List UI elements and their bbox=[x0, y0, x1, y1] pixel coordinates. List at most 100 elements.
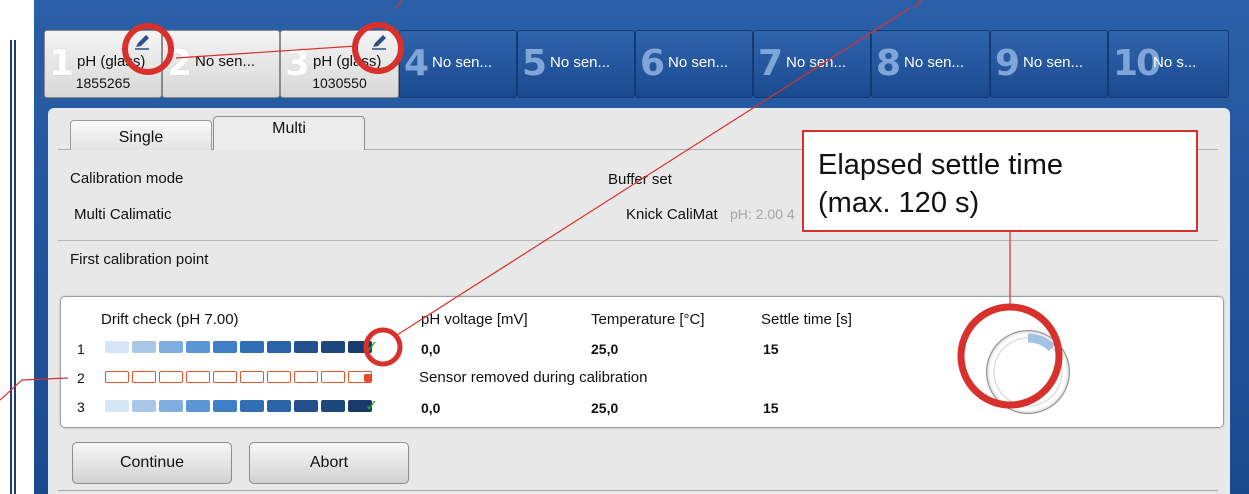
check-icon: ✓ bbox=[365, 339, 379, 356]
sensor-number: 6 bbox=[640, 43, 665, 84]
sensor-tab-9[interactable]: 9 No sen... bbox=[990, 30, 1108, 98]
drift-bar-segment bbox=[240, 371, 264, 383]
section-divider bbox=[58, 240, 1218, 241]
sensor-name: No sen... bbox=[432, 54, 493, 71]
drift-bar-segment bbox=[159, 371, 183, 383]
ph-voltage-value: 0,0 bbox=[421, 400, 441, 416]
drift-bars bbox=[105, 341, 372, 353]
sensor-tab-5[interactable]: 5 No sen... bbox=[517, 30, 635, 98]
drift-bar-segment bbox=[132, 371, 156, 383]
drift-bar-segment bbox=[186, 341, 210, 353]
sensor-name: pH (glass) bbox=[77, 53, 146, 70]
elapsed-time-callout: Elapsed settle time (max. 120 s) bbox=[802, 130, 1198, 232]
sensor-name: No sen... bbox=[786, 54, 847, 71]
drift-bar-segment bbox=[294, 341, 318, 353]
temperature-value: 25,0 bbox=[591, 341, 619, 357]
sensor-name: No sen... bbox=[195, 53, 256, 70]
sensor-number: 7 bbox=[758, 43, 783, 84]
sensor-tab-7[interactable]: 7 No sen... bbox=[753, 30, 871, 98]
drift-bar-segment bbox=[321, 400, 345, 412]
check-icon: ✓ bbox=[365, 398, 379, 415]
sensor-number: 9 bbox=[995, 43, 1020, 84]
error-indicator-icon bbox=[364, 374, 372, 382]
drift-bar-segment bbox=[213, 400, 237, 412]
drift-bar-segment bbox=[294, 400, 318, 412]
abort-button-label: Abort bbox=[309, 454, 349, 471]
buffer-ph-values: pH: 2.00 4 bbox=[730, 206, 795, 222]
sensor-name: pH (glass) bbox=[313, 53, 382, 70]
elapsed-arc bbox=[1027, 333, 1056, 352]
sensor-name: No sen... bbox=[904, 54, 965, 71]
row-number: 3 bbox=[77, 399, 85, 415]
edit-icon[interactable] bbox=[370, 33, 388, 51]
row-number: 1 bbox=[77, 341, 85, 357]
edit-icon[interactable] bbox=[133, 33, 151, 51]
sensor-serial: 1855265 bbox=[75, 75, 131, 91]
calibration-mode-label: Calibration mode bbox=[70, 170, 184, 187]
drift-bar-segment bbox=[105, 400, 129, 412]
drift-bar-segment bbox=[159, 341, 183, 353]
sensor-number: 4 bbox=[404, 43, 429, 84]
settle-time-header: Settle time [s] bbox=[761, 311, 852, 328]
settle-time-value: 15 bbox=[763, 400, 779, 416]
drift-bar-segment bbox=[213, 371, 237, 383]
sensor-number: 5 bbox=[522, 43, 547, 84]
drift-check-box: Drift check (pH 7.00) pH voltage [mV] Te… bbox=[60, 296, 1224, 428]
callout-line1: Elapsed settle time bbox=[818, 149, 1064, 181]
sensor-name: No sen... bbox=[1023, 54, 1084, 71]
sensor-name: No s... bbox=[1153, 54, 1197, 71]
drift-bar-segment bbox=[240, 400, 264, 412]
calibration-mode-value: Multi Calimatic bbox=[74, 206, 172, 223]
continue-button-label: Continue bbox=[119, 454, 185, 471]
sensor-number: 2 bbox=[167, 43, 192, 84]
settle-time-gauge bbox=[987, 331, 1069, 413]
sensor-tab-2[interactable]: 2 No sen... bbox=[162, 30, 280, 98]
sensor-name: No sen... bbox=[668, 54, 729, 71]
sensor-serial: 1030550 bbox=[312, 75, 367, 91]
sensor-tab-1[interactable]: 1 pH (glass) 1855265 bbox=[44, 30, 162, 98]
drift-bars bbox=[105, 371, 372, 383]
drift-bar-segment bbox=[186, 371, 210, 383]
sensor-tab-6[interactable]: 6 No sen... bbox=[635, 30, 753, 98]
sensor-name: No sen... bbox=[550, 54, 611, 71]
left-margin bbox=[0, 0, 34, 494]
error-message: Sensor removed during calibration bbox=[419, 369, 648, 386]
left-border-line bbox=[14, 40, 16, 494]
sensor-tab-4[interactable]: 4 No sen... bbox=[399, 30, 517, 98]
sensor-tab-8[interactable]: 8 No sen... bbox=[871, 30, 990, 98]
continue-button[interactable]: Continue bbox=[72, 442, 232, 484]
temperature-value: 25,0 bbox=[591, 400, 619, 416]
drift-bar-segment bbox=[213, 341, 237, 353]
drift-bar-segment bbox=[240, 341, 264, 353]
sensor-tab-10[interactable]: 10 No s... bbox=[1108, 30, 1229, 98]
drift-bar-segment bbox=[105, 371, 129, 383]
tab-single[interactable]: Single bbox=[70, 120, 212, 150]
drift-bar-segment bbox=[186, 400, 210, 412]
sensor-tab-3[interactable]: 3 pH (glass) 1030550 bbox=[280, 30, 399, 98]
drift-bar-segment bbox=[267, 400, 291, 412]
drift-bar-segment bbox=[321, 341, 345, 353]
buffer-set-value: Knick CaliMat bbox=[626, 206, 718, 223]
ph-voltage-value: 0,0 bbox=[421, 341, 441, 357]
sensor-tab-bar: 1 pH (glass) 1855265 2 No sen... 3 pH (glass) 1… bbox=[44, 30, 1229, 98]
drift-bar-segment bbox=[321, 371, 345, 383]
tab-single-label: Single bbox=[118, 129, 164, 146]
drift-bar-segment bbox=[267, 371, 291, 383]
device-window: 1 pH (glass) 1855265 2 No sen... 3 pH (glass) 1… bbox=[34, 0, 1249, 494]
gauge-arc bbox=[993, 333, 1063, 407]
buffer-set-label: Buffer set bbox=[608, 171, 672, 188]
callout-line2: (max. 120 s) bbox=[818, 187, 980, 219]
drift-check-title: Drift check (pH 7.00) bbox=[101, 311, 239, 328]
temperature-header: Temperature [°C] bbox=[591, 311, 705, 328]
drift-bar-segment bbox=[132, 400, 156, 412]
abort-button[interactable]: Abort bbox=[249, 442, 409, 484]
drift-bars bbox=[105, 400, 372, 412]
drift-bar-segment bbox=[294, 371, 318, 383]
ph-voltage-header: pH voltage [mV] bbox=[421, 311, 528, 328]
bottom-divider bbox=[58, 490, 1218, 491]
drift-bar-segment bbox=[159, 400, 183, 412]
drift-bar-segment bbox=[267, 341, 291, 353]
tab-multi[interactable]: Multi bbox=[213, 116, 365, 150]
left-border-line bbox=[10, 40, 12, 494]
row-number: 2 bbox=[77, 370, 85, 386]
